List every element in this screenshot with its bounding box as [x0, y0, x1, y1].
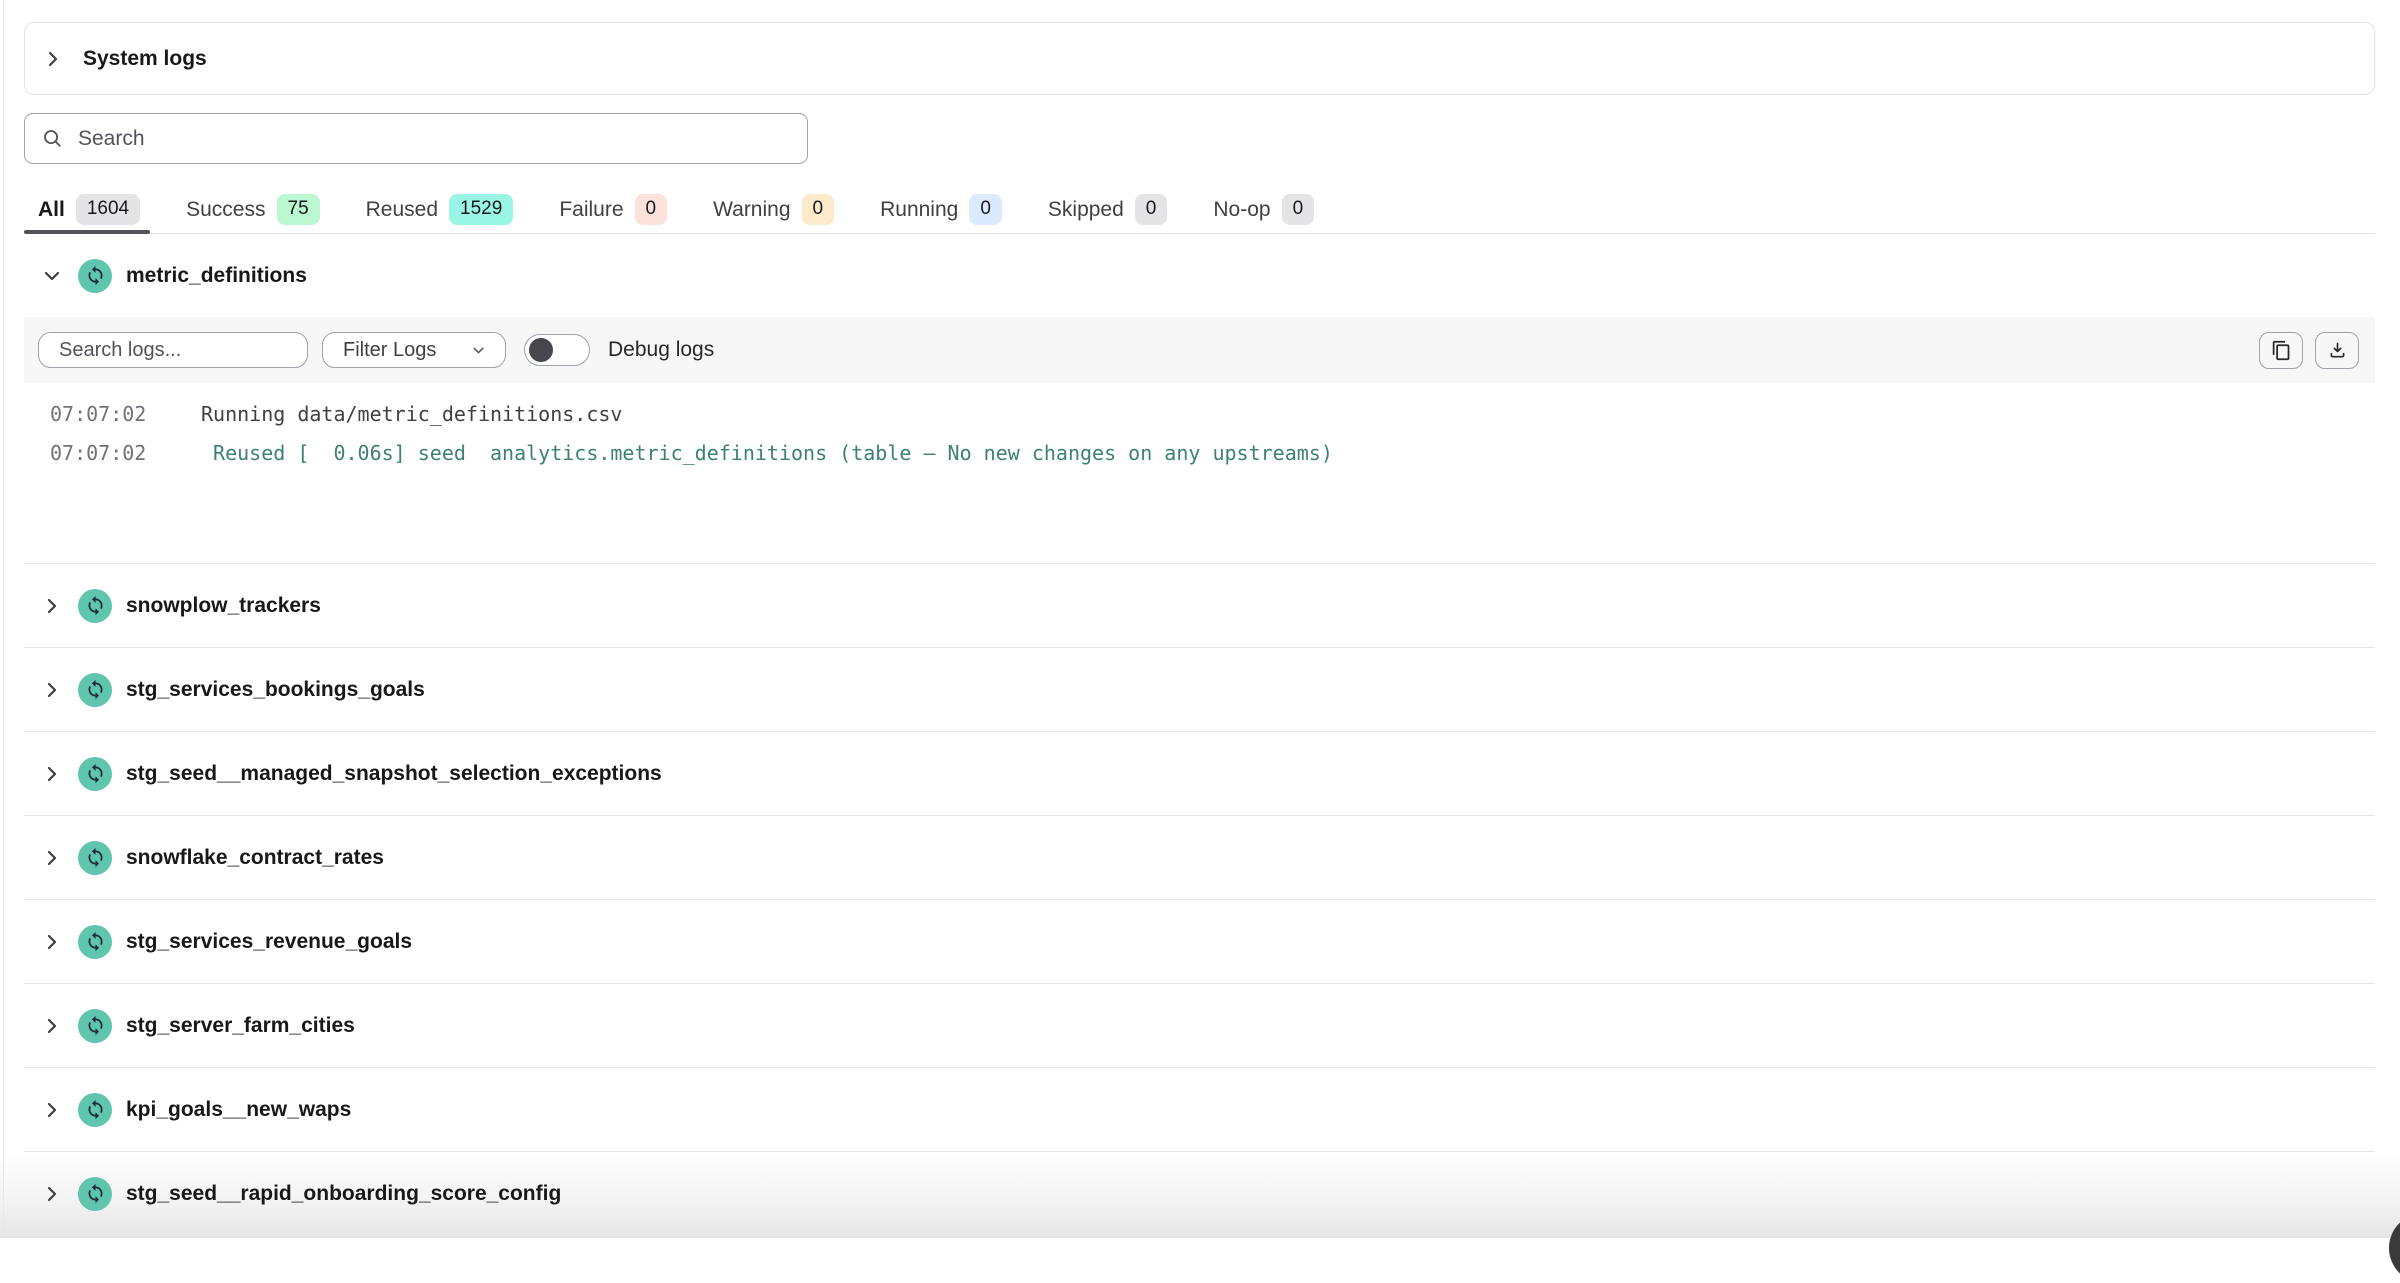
chevron-right-icon	[40, 678, 64, 702]
section-name: metric_definitions	[126, 264, 307, 288]
tab-running-count-badge: 0	[969, 194, 1002, 225]
section-row-metric-definitions[interactable]: metric_definitions	[24, 234, 2375, 317]
log-timestamp: 07:07:02	[50, 434, 201, 473]
tab-noop[interactable]: No-op 0	[1213, 186, 1314, 233]
tab-running[interactable]: Running 0	[880, 186, 1002, 233]
log-line: 07:07:02 Reused [ 0.06s] seed analytics.…	[50, 434, 2375, 473]
download-logs-button[interactable]	[2315, 332, 2359, 369]
system-logs-title: System logs	[83, 47, 207, 71]
section-row-stg-services-bookings-goals[interactable]: stg_services_bookings_goals	[24, 647, 2375, 731]
log-message: Reused [ 0.06s] seed analytics.metric_de…	[201, 434, 1333, 473]
row-label: stg_seed__rapid_onboarding_score_config	[126, 1182, 561, 1206]
reused-status-icon	[78, 259, 112, 293]
reused-status-icon	[78, 757, 112, 791]
tab-all-count-badge: 1604	[76, 194, 140, 225]
tab-failure[interactable]: Failure 0	[559, 186, 667, 233]
tab-skipped-count-badge: 0	[1135, 194, 1168, 225]
search-icon	[41, 127, 64, 150]
tab-skipped[interactable]: Skipped 0	[1048, 186, 1167, 233]
log-timestamp: 07:07:02	[50, 395, 201, 434]
row-label: stg_services_revenue_goals	[126, 930, 412, 954]
reused-status-icon	[78, 1177, 112, 1211]
tab-success[interactable]: Success 75	[186, 186, 320, 233]
reused-status-icon	[78, 1009, 112, 1043]
chevron-down-icon	[470, 342, 487, 359]
row-label: stg_services_bookings_goals	[126, 678, 425, 702]
chevron-right-icon	[40, 1014, 64, 1038]
system-logs-panel[interactable]: System logs	[24, 22, 2375, 95]
chevron-right-icon	[40, 1182, 64, 1206]
tab-reused[interactable]: Reused 1529	[366, 186, 514, 233]
search-input[interactable]	[78, 127, 791, 151]
debug-logs-toggle[interactable]	[524, 334, 590, 366]
chevron-right-icon	[40, 1098, 64, 1122]
download-icon	[2327, 340, 2348, 361]
section-row-kpi-goals-new-waps[interactable]: kpi_goals__new_waps	[24, 1067, 2375, 1151]
section-row-stg-services-revenue-goals[interactable]: stg_services_revenue_goals	[24, 899, 2375, 983]
section-row-stg-server-farm-cities[interactable]: stg_server_farm_cities	[24, 983, 2375, 1067]
log-toolbar: Filter Logs Debug logs	[24, 317, 2375, 383]
tab-all[interactable]: All 1604	[38, 186, 140, 233]
tab-failure-count-badge: 0	[635, 194, 668, 225]
chevron-right-icon	[40, 846, 64, 870]
section-row-stg-seed-rapid-onboarding-score-config[interactable]: stg_seed__rapid_onboarding_score_config	[24, 1151, 2375, 1235]
tab-success-count-badge: 75	[277, 194, 320, 225]
chevron-right-icon	[40, 762, 64, 786]
filter-logs-dropdown[interactable]: Filter Logs	[322, 332, 506, 368]
reused-status-icon	[78, 925, 112, 959]
row-label: snowplow_trackers	[126, 594, 321, 618]
row-label: kpi_goals__new_waps	[126, 1098, 351, 1122]
chevron-down-icon	[40, 264, 64, 288]
row-label: stg_server_farm_cities	[126, 1014, 355, 1038]
reused-status-icon	[78, 589, 112, 623]
chevron-right-icon	[40, 930, 64, 954]
chevron-right-icon	[40, 594, 64, 618]
debug-logs-label: Debug logs	[608, 338, 714, 362]
tab-warning[interactable]: Warning 0	[713, 186, 834, 233]
floating-widget-bubble[interactable]	[2389, 1213, 2400, 1283]
log-line: 07:07:02 Running data/metric_definitions…	[50, 395, 2375, 434]
tab-noop-count-badge: 0	[1282, 194, 1315, 225]
chevron-right-icon	[41, 47, 65, 71]
row-label: snowflake_contract_rates	[126, 846, 384, 870]
status-tabs: All 1604 Success 75 Reused 1529 Failure …	[24, 186, 2375, 234]
tab-warning-count-badge: 0	[802, 194, 835, 225]
reused-status-icon	[78, 673, 112, 707]
log-message: Running data/metric_definitions.csv	[201, 395, 622, 434]
panel-edge-divider	[3, 0, 4, 1238]
reused-status-icon	[78, 1093, 112, 1127]
reused-status-icon	[78, 841, 112, 875]
search-box[interactable]	[24, 113, 808, 164]
tab-reused-count-badge: 1529	[449, 194, 513, 225]
section-row-snowplow-trackers[interactable]: snowplow_trackers	[24, 563, 2375, 647]
copy-logs-button[interactable]	[2259, 332, 2303, 369]
model-rows-list: snowplow_trackers stg_services_bookings_…	[24, 563, 2375, 1235]
log-search-input[interactable]	[38, 332, 308, 368]
toggle-knob	[529, 338, 553, 362]
section-row-stg-seed-managed-snapshot-selection-exceptions[interactable]: stg_seed__managed_snapshot_selection_exc…	[24, 731, 2375, 815]
row-label: stg_seed__managed_snapshot_selection_exc…	[126, 762, 662, 786]
log-output: 07:07:02 Running data/metric_definitions…	[24, 383, 2375, 563]
section-row-snowflake-contract-rates[interactable]: snowflake_contract_rates	[24, 815, 2375, 899]
copy-icon	[2271, 340, 2292, 361]
